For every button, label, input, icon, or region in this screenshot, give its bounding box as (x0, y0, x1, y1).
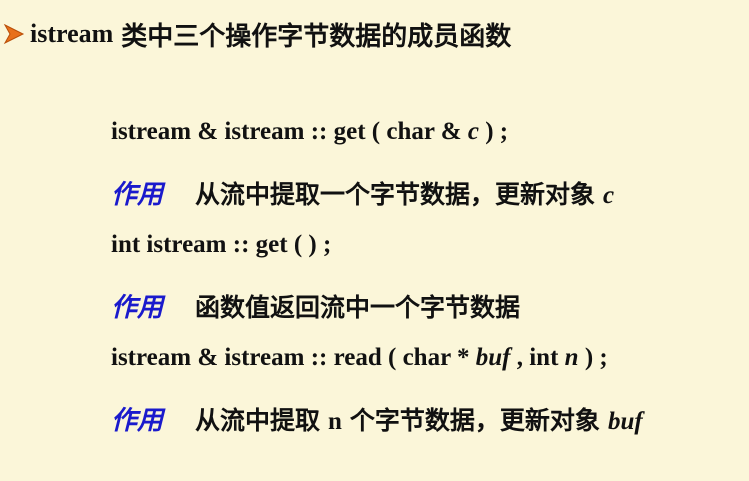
description-n: n (328, 408, 342, 435)
description-line-3: 作用 从流中提取 n 个字节数据，更新对象 buf (111, 400, 643, 437)
description-text: 从流中提取一个字节数据，更新对象 (195, 180, 596, 209)
code-line-read: istream & istream :: read ( char * buf ,… (111, 344, 608, 371)
heading-latin: istream (30, 19, 114, 48)
description-text: 函数值返回流中一个字节数据 (195, 293, 521, 322)
description-var: c (603, 182, 615, 209)
description-text-post: 个字节数据，更新对象 (349, 406, 600, 435)
description-line-2: 作用 函数值返回流中一个字节数据 (111, 287, 520, 324)
slide-heading: istream 类中三个操作字节数据的成员函数 (0, 14, 511, 54)
tag-label: 作用 (111, 180, 164, 210)
code-line-get-char: istream & istream :: get ( char & c ) ; (111, 118, 509, 145)
slide: istream 类中三个操作字节数据的成员函数 istream & istrea… (0, 0, 749, 481)
heading-cjk: 类中三个操作字节数据的成员函数 (121, 21, 512, 52)
tag-label: 作用 (111, 293, 164, 323)
tag-label: 作用 (111, 406, 164, 436)
bullet-icon (2, 22, 26, 46)
code-line-get-int: int istream :: get ( ) ; (111, 231, 332, 258)
description-var: buf (607, 408, 643, 435)
description-line-1: 作用 从流中提取一个字节数据，更新对象 c (111, 174, 614, 211)
description-text-pre: 从流中提取 (195, 406, 321, 435)
